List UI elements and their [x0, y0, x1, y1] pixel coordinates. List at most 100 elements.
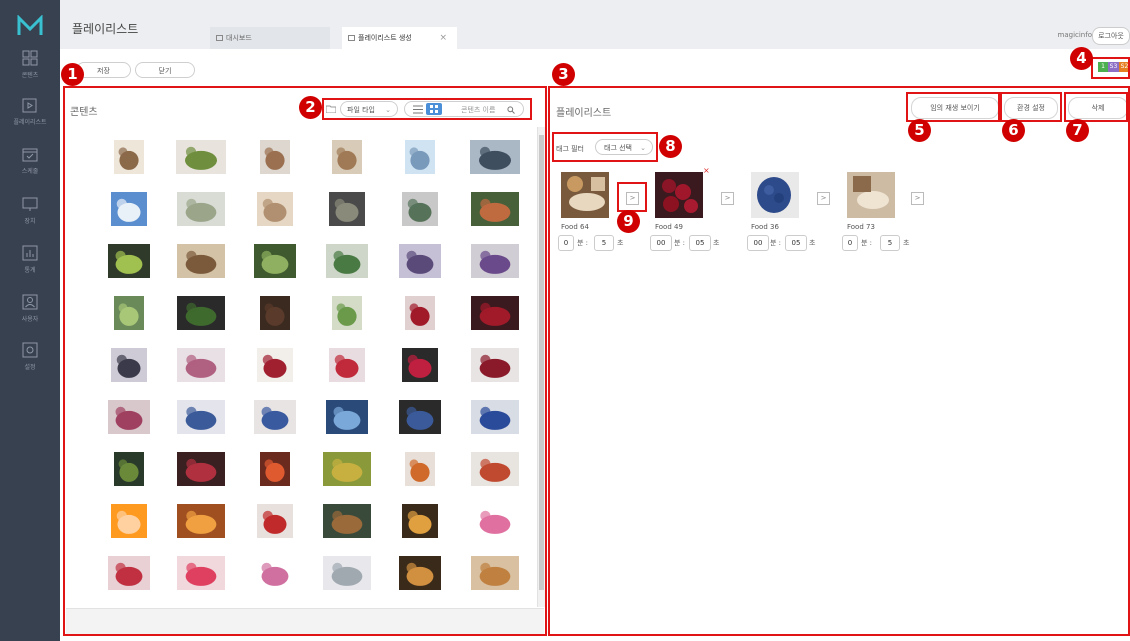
content-thumbnail[interactable] [399, 400, 441, 434]
content-thumbnail[interactable] [471, 296, 519, 330]
sidebar-item-schedule[interactable]: 스케줄 [0, 146, 60, 191]
minute-input[interactable]: 00 [747, 235, 769, 251]
content-thumbnail[interactable] [471, 504, 519, 538]
content-thumbnail[interactable] [471, 244, 519, 278]
delete-button[interactable]: 삭제 [1068, 97, 1128, 119]
sidebar-item-playlist[interactable]: 플레이리스트 [0, 97, 60, 142]
content-thumbnail[interactable] [471, 452, 519, 486]
close-icon[interactable]: × [439, 27, 447, 49]
content-thumbnail[interactable] [323, 504, 371, 538]
content-thumbnail[interactable] [329, 348, 365, 382]
search-input[interactable]: 콘텐츠 이름 [461, 102, 495, 118]
playlist-item[interactable] [751, 172, 799, 218]
content-thumbnail[interactable] [254, 556, 296, 590]
logout-button[interactable]: 로그아웃 [1092, 27, 1130, 45]
content-thumbnail[interactable] [257, 348, 293, 382]
content-thumbnail[interactable] [405, 140, 435, 174]
content-scrollbar[interactable] [537, 127, 545, 607]
tab-dashboard[interactable]: 대시보드 [210, 27, 330, 49]
scroll-thumb[interactable] [539, 135, 544, 590]
minute-input[interactable]: 00 [650, 235, 672, 251]
content-thumbnail[interactable] [114, 140, 144, 174]
sidebar-item-stats[interactable]: 통계 [0, 245, 60, 290]
content-thumbnail[interactable] [402, 192, 438, 226]
grid-view-icon[interactable] [426, 103, 442, 115]
random-play-button[interactable]: 임의 재생 보이기 [911, 97, 999, 119]
chevron-right-icon[interactable]: > [911, 192, 924, 205]
content-thumbnail[interactable] [114, 452, 144, 486]
minute-input[interactable]: 0 [558, 235, 574, 251]
content-thumbnail[interactable] [254, 244, 296, 278]
content-thumbnail[interactable] [326, 400, 368, 434]
chevron-right-icon[interactable]: > [626, 192, 639, 205]
chevron-right-icon[interactable]: > [817, 192, 830, 205]
content-thumbnail[interactable] [332, 296, 362, 330]
content-thumbnail[interactable] [108, 400, 150, 434]
content-thumbnail[interactable] [257, 504, 293, 538]
content-thumbnail[interactable] [329, 192, 365, 226]
content-thumbnail[interactable] [332, 140, 362, 174]
content-thumbnail[interactable] [402, 504, 438, 538]
content-thumbnail[interactable] [405, 452, 435, 486]
sidebar-item-settings[interactable]: 설정 [0, 342, 60, 387]
magicinfo-logo[interactable] [17, 15, 43, 37]
settings-button[interactable]: 환경 설정 [1004, 97, 1058, 119]
content-thumbnail[interactable] [399, 244, 441, 278]
content-thumbnail[interactable] [260, 140, 290, 174]
content-thumbnail[interactable] [177, 192, 225, 226]
sidebar-item-user[interactable]: 사용자 [0, 294, 60, 339]
remove-item-icon[interactable]: × [703, 166, 710, 175]
content-thumbnail[interactable] [177, 296, 225, 330]
second-input[interactable]: 5 [594, 235, 614, 251]
search-icon[interactable] [507, 106, 515, 114]
content-thumbnail[interactable] [257, 192, 293, 226]
content-thumbnail[interactable] [471, 556, 519, 590]
minute-input[interactable]: 0 [842, 235, 858, 251]
list-view-icon[interactable] [413, 105, 423, 114]
content-thumbnail[interactable] [111, 504, 147, 538]
sidebar-item-label: 스케줄 [21, 168, 39, 175]
second-input[interactable]: 5 [880, 235, 900, 251]
save-button[interactable]: 저장 [76, 62, 131, 78]
content-thumbnail[interactable] [176, 140, 226, 174]
content-thumbnail[interactable] [177, 400, 225, 434]
content-thumbnail[interactable] [108, 244, 150, 278]
sidebar-item-content[interactable]: 콘텐츠 [0, 50, 60, 95]
second-input[interactable]: 05 [785, 235, 807, 251]
folder-icon[interactable] [326, 105, 336, 113]
content-thumbnail[interactable] [260, 296, 290, 330]
content-thumbnail[interactable] [111, 192, 147, 226]
content-thumbnail[interactable] [108, 556, 150, 590]
playlist-item[interactable] [655, 172, 703, 218]
content-thumbnail[interactable] [177, 504, 225, 538]
playlist-item[interactable] [561, 172, 609, 218]
content-thumbnail[interactable] [326, 244, 368, 278]
content-thumbnail[interactable] [405, 296, 435, 330]
chevron-right-icon[interactable]: > [721, 192, 734, 205]
close-button[interactable]: 닫기 [135, 62, 195, 78]
content-thumbnail[interactable] [399, 556, 441, 590]
content-thumbnail[interactable] [177, 244, 225, 278]
content-thumbnail[interactable] [471, 192, 519, 226]
content-thumbnail[interactable] [111, 348, 147, 382]
second-input[interactable]: 05 [689, 235, 711, 251]
content-thumbnail[interactable] [471, 400, 519, 434]
content-thumbnail[interactable] [177, 556, 225, 590]
content-thumbnail[interactable] [177, 452, 225, 486]
content-thumbnail[interactable] [323, 452, 371, 486]
content-thumbnail[interactable] [323, 556, 371, 590]
content-thumbnail[interactable] [254, 400, 296, 434]
file-type-select[interactable]: 파일 타입 ⌄ [340, 101, 398, 117]
content-thumbnail[interactable] [260, 452, 290, 486]
sidebar-item-label: 사용자 [21, 316, 39, 323]
content-thumbnail[interactable] [471, 348, 519, 382]
sidebar-item-device[interactable]: 장치 [0, 196, 60, 241]
playlist-item[interactable] [847, 172, 895, 218]
tag-select[interactable]: 태그 선택 ⌄ [595, 139, 653, 155]
content-thumbnail[interactable] [114, 296, 144, 330]
tab-playlist-create[interactable]: 플레이리스트 생성 × [342, 27, 457, 49]
content-thumbnail[interactable] [470, 140, 520, 174]
content-thumbnail[interactable] [177, 348, 225, 382]
content-thumbnail[interactable] [402, 348, 438, 382]
playlist-thumbnail [751, 172, 799, 218]
